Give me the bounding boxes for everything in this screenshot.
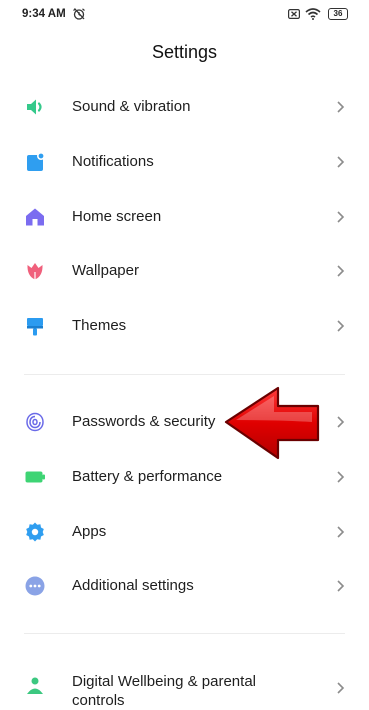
chevron-right-icon [337,416,345,428]
red-arrow-annotation [224,386,320,460]
chevron-right-icon [337,101,345,113]
wellbeing-icon [27,677,43,694]
brush-icon [27,318,43,336]
settings-item-label: Digital Wellbeing & parental controls [72,673,256,709]
settings-item-label: Apps [72,523,107,540]
gear-icon [26,522,44,542]
settings-item-apps[interactable]: Apps [0,507,369,557]
settings-item-label: Wallpaper [72,262,139,279]
fingerprint-icon [26,412,44,432]
settings-item-additional-settings[interactable]: Additional settings [0,561,369,611]
speaker-icon [27,99,42,115]
settings-item-home-screen[interactable]: Home screen [0,192,369,242]
settings-list: Sound & vibration Notifications Home scr… [0,0,369,709]
section-divider [24,374,345,375]
chevron-right-icon [337,526,345,538]
notification-icon [27,151,46,171]
settings-item-label: Notifications [72,153,154,170]
chevron-right-icon [337,471,345,483]
chevron-right-icon [337,580,345,592]
chevron-right-icon [337,265,345,277]
home-icon [26,208,44,226]
settings-item-label: Home screen [72,208,162,225]
settings-item-wallpaper[interactable]: Wallpaper [0,246,369,296]
chevron-right-icon [337,682,345,694]
settings-item-label: Sound & vibration [72,98,191,115]
settings-item-digital-wellbeing[interactable]: Digital Wellbeing & parental controls [0,667,369,709]
chevron-right-icon [337,156,345,168]
settings-item-sound[interactable]: Sound & vibration [0,82,369,132]
chevron-right-icon [337,320,345,332]
settings-item-themes[interactable]: Themes [0,301,369,351]
settings-item-label: Passwords & security [72,413,216,430]
settings-item-label: Battery & performance [72,468,223,485]
settings-item-label: Themes [72,317,127,334]
more-dots-icon [25,576,45,596]
settings-item-label: Additional settings [72,577,194,594]
section-divider [24,633,345,634]
battery-icon [25,471,45,483]
settings-item-notifications[interactable]: Notifications [0,137,369,187]
tulip-icon [27,263,43,280]
chevron-right-icon [337,211,345,223]
